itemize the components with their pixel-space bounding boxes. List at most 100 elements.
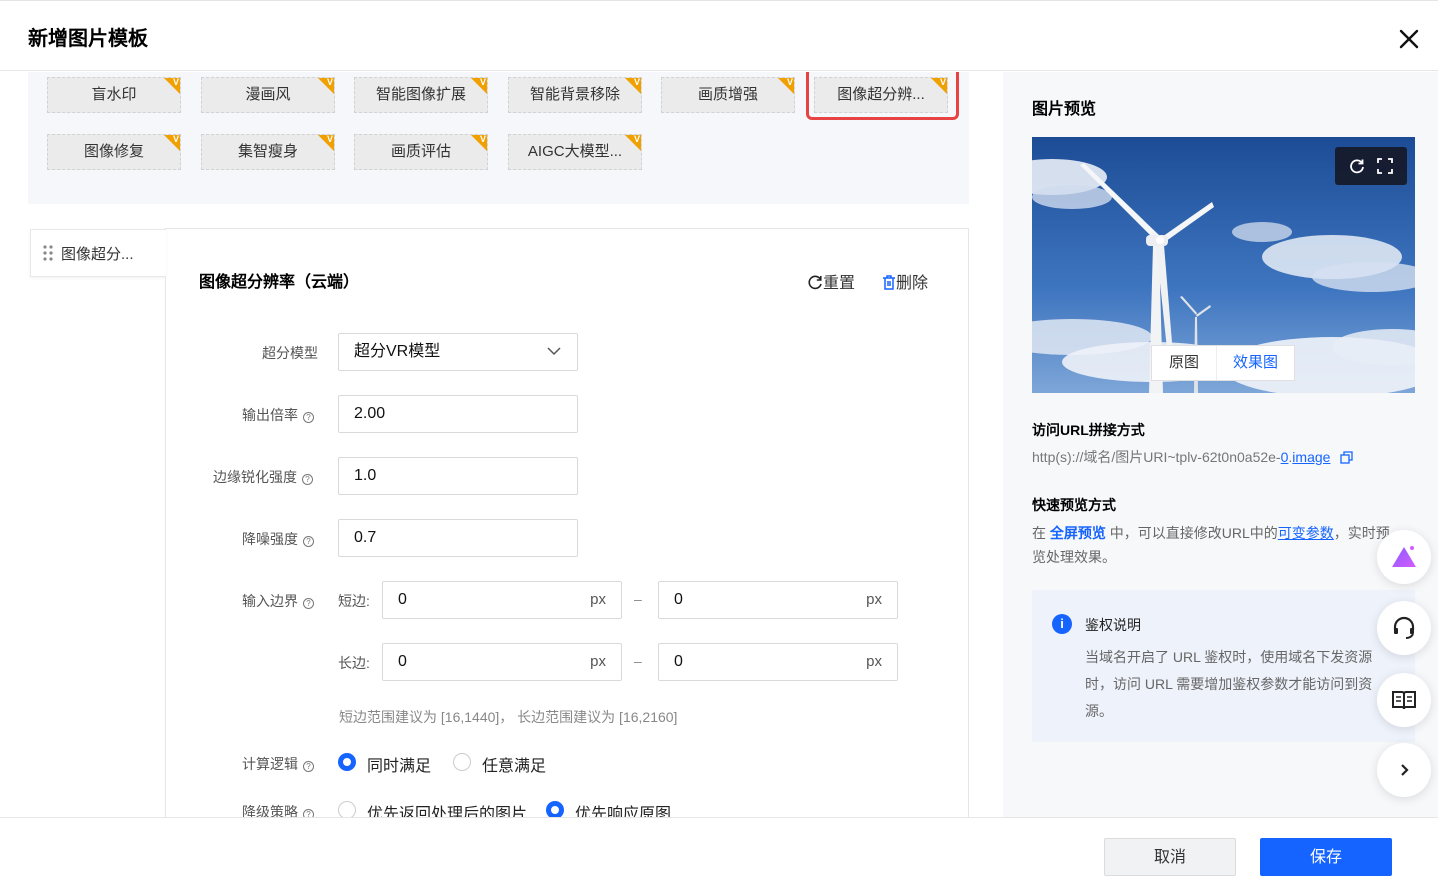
drag-handle-icon[interactable] [43, 245, 53, 261]
downgrade-opt-processed-label: 优先返回处理后的图片 [367, 806, 528, 817]
vip-badge-text: V [939, 77, 946, 87]
denoise-label: 降噪强度? [242, 529, 314, 549]
chip-background-removal[interactable]: 智能背景移除 V [508, 77, 642, 113]
ai-assistant-button[interactable] [1377, 530, 1431, 584]
vip-badge-text: V [326, 77, 333, 87]
chip-label: 画质评估 [390, 143, 451, 160]
logic-radio-any[interactable] [453, 753, 471, 771]
model-value: 超分VR模型 [354, 343, 441, 360]
chip-label: 智能图像扩展 [375, 86, 466, 103]
help-icon[interactable]: ? [303, 761, 314, 772]
short-edge-label: 短边: [338, 593, 370, 609]
help-icon[interactable]: ? [303, 536, 314, 547]
full-preview-link[interactable]: 全屏预览 [1050, 525, 1106, 541]
vip-badge-text: V [479, 134, 486, 144]
cancel-button[interactable]: 取消 [1104, 838, 1236, 876]
side-tab-super-resolution[interactable]: 图像超分... [30, 229, 166, 277]
delete-button[interactable]: 删除 [882, 269, 928, 293]
preview-image: 原图 效果图 [1032, 137, 1415, 393]
downgrade-label: 降级策略? [242, 802, 314, 817]
help-icon[interactable]: ? [303, 598, 314, 609]
help-icon[interactable]: ? [302, 474, 313, 485]
chip-slimming[interactable]: 集智瘦身 V [201, 134, 335, 170]
vip-badge-text: V [786, 77, 793, 87]
refresh-icon[interactable] [1349, 158, 1365, 174]
logic-opt-any-label: 任意满足 [482, 758, 547, 775]
side-tab-label: 图像超分... [61, 246, 134, 263]
vip-badge-text: V [633, 77, 640, 87]
variable-params-link[interactable]: 可变参数 [1278, 525, 1334, 541]
quick-text-1: 在 [1032, 525, 1050, 541]
short-min-input[interactable]: 0 px [382, 581, 622, 619]
logic-radio-all[interactable] [338, 753, 356, 771]
tab-effect[interactable]: 效果图 [1216, 346, 1294, 380]
dialog-title: 新增图片模板 [28, 28, 148, 50]
quick-preview-text: 在 全屏预览 中，可以直接修改URL中的可变参数，实时预览处理效果。 [1032, 521, 1402, 569]
short-min-value: 0 [398, 591, 407, 608]
help-icon[interactable]: ? [303, 412, 314, 423]
reset-label: 重置 [823, 275, 856, 292]
chip-image-expand[interactable]: 智能图像扩展 V [354, 77, 488, 113]
settings-panel: 图像超分辨率（云端） 重置 删除 超分模型 超分VR模型 输出倍率? 2.00 … [165, 228, 969, 817]
chip-image-repair[interactable]: 图像修复 V [47, 134, 181, 170]
unit-label: px [866, 591, 882, 608]
trash-icon [883, 275, 895, 290]
auth-text: 当域名开启了 URL 鉴权时，使用域名下发资源时，访问 URL 需要增加鉴权参数… [1085, 649, 1373, 719]
sharpen-input[interactable]: 1.0 [338, 457, 578, 495]
scale-label-text: 输出倍率 [242, 407, 298, 423]
panel-title: 图像超分辨率（云端） [199, 274, 360, 291]
downgrade-radio-original[interactable] [546, 801, 564, 817]
tab-original[interactable]: 原图 [1152, 346, 1216, 380]
downgrade-opt-original-label: 优先响应原图 [575, 806, 672, 817]
copy-icon[interactable] [1340, 451, 1353, 464]
url-format-link[interactable]: image [1292, 449, 1330, 465]
chip-blind-watermark[interactable]: 盲水印 V [47, 77, 181, 113]
logic-opt-all-label: 同时满足 [367, 758, 432, 775]
chip-aigc-model[interactable]: AIGC大模型... V [508, 134, 642, 170]
chip-label: 盲水印 [91, 86, 137, 103]
chevron-right-icon [1401, 764, 1409, 776]
save-button[interactable]: 保存 [1260, 838, 1392, 876]
vip-badge-text: V [479, 77, 486, 87]
scale-input[interactable]: 2.00 [338, 395, 578, 433]
long-edge-label: 长边: [338, 655, 370, 671]
help-icon[interactable]: ? [303, 809, 314, 817]
quick-section-title: 快速预览方式 [1032, 497, 1116, 513]
preview-toolbar [1335, 147, 1407, 185]
chip-quality-enhance[interactable]: 画质增强 V [661, 77, 795, 113]
short-max-input[interactable]: 0 px [658, 581, 898, 619]
chip-label: 画质增强 [697, 86, 758, 103]
dialog-header: 新增图片模板 [0, 4, 1438, 71]
denoise-label-text: 降噪强度 [242, 531, 298, 547]
chip-super-resolution[interactable]: 图像超分辨... V [814, 77, 948, 113]
downgrade-label-text: 降级策略 [242, 804, 298, 817]
downgrade-radio-processed[interactable] [338, 801, 356, 817]
long-max-input[interactable]: 0 px [658, 643, 898, 681]
denoise-input[interactable]: 0.7 [338, 519, 578, 557]
range-dash: – [634, 591, 642, 607]
docs-button[interactable] [1377, 673, 1431, 727]
quick-text-2: 中，可以直接修改URL中的 [1105, 525, 1278, 541]
headset-icon [1393, 616, 1415, 639]
chip-comic-style[interactable]: 漫画风 V [201, 77, 335, 113]
auth-notice: i 鉴权说明 当域名开启了 URL 鉴权时，使用域名下发资源时，访问 URL 需… [1032, 590, 1415, 742]
chip-label: 漫画风 [245, 86, 291, 103]
fullscreen-icon[interactable] [1377, 158, 1393, 174]
support-button[interactable] [1377, 601, 1431, 655]
chip-quality-assess[interactable]: 画质评估 V [354, 134, 488, 170]
logic-label-text: 计算逻辑 [242, 756, 298, 772]
expand-panel-button[interactable] [1377, 743, 1431, 797]
model-select[interactable]: 超分VR模型 [338, 333, 578, 371]
url-prefix: http(s)://域名/图片URI~tplv-62t0n0a52e- [1032, 449, 1281, 465]
vip-badge-text: V [172, 134, 179, 144]
long-min-value: 0 [398, 653, 407, 670]
dialog-footer: 取消 保存 [0, 817, 1438, 881]
close-icon[interactable] [1396, 26, 1422, 52]
book-icon [1392, 691, 1416, 710]
chevron-down-icon [547, 347, 561, 356]
auth-title: 鉴权说明 [1085, 617, 1141, 633]
reset-button[interactable]: 重置 [808, 269, 855, 293]
unit-label: px [590, 591, 606, 608]
long-min-input[interactable]: 0 px [382, 643, 622, 681]
chip-label: 集智瘦身 [237, 143, 298, 160]
